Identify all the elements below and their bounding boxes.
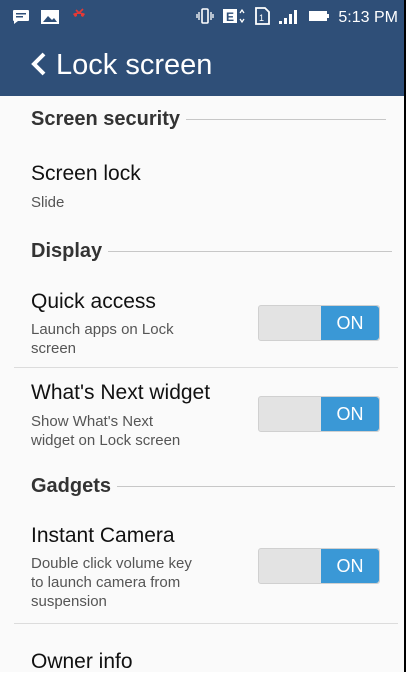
setting-subtitle-line2: widget on Lock screen (31, 432, 181, 449)
vibrate-icon (196, 7, 215, 29)
setting-subtitle-line2: to launch camera from (31, 574, 181, 591)
section-header-screen-security: Screen security (31, 108, 386, 131)
setting-subtitle-line3: suspension (31, 593, 107, 610)
signal-icon (278, 7, 300, 29)
page-title: Lock screen (56, 49, 213, 81)
message-icon (12, 9, 30, 29)
data-e-icon: E (222, 7, 246, 29)
section-header-gadgets: Gadgets (31, 475, 396, 498)
image-icon (40, 9, 60, 29)
section-label: Screen security (31, 108, 180, 130)
svg-text:1: 1 (259, 13, 264, 23)
setting-subtitle: Slide (31, 194, 65, 211)
setting-subtitle-line1: Double click volume key (31, 555, 192, 572)
app-bar: Lock screen (0, 34, 404, 96)
section-header-display: Display (31, 240, 393, 263)
setting-title: Owner info (31, 650, 133, 673)
setting-title: Instant Camera (31, 524, 175, 547)
back-arrow-icon[interactable] (30, 52, 48, 76)
toggle-on-label: ON (321, 549, 379, 583)
status-time: 5:13 PM (338, 9, 398, 26)
toggle-on-label: ON (321, 306, 379, 340)
section-label: Display (31, 240, 103, 262)
sim-icon: 1 (254, 7, 271, 29)
divider (14, 367, 398, 368)
section-label: Gadgets (31, 475, 112, 497)
quick-access-toggle[interactable]: ON (258, 305, 380, 341)
settings-list: Screen security Screen lock Slide Displa… (0, 96, 404, 673)
instant-camera-toggle[interactable]: ON (258, 548, 380, 584)
toggle-on-label: ON (321, 397, 379, 431)
section-rule (108, 251, 393, 252)
missed-call-icon (70, 8, 88, 30)
setting-subtitle-line1: Launch apps on Lock (31, 321, 174, 338)
section-rule (117, 486, 396, 487)
svg-text:E: E (226, 10, 234, 24)
status-left-icons (12, 8, 88, 30)
setting-title: Quick access (31, 290, 156, 313)
setting-subtitle-line2: screen (31, 340, 77, 357)
screen-frame: E 1 5:13 PM Lock screen Screen security … (0, 0, 406, 673)
setting-title: Screen lock (31, 162, 141, 185)
section-rule (185, 119, 386, 120)
divider (14, 623, 398, 624)
setting-title: What's Next widget (31, 381, 211, 404)
status-bar: E 1 5:13 PM (0, 0, 404, 34)
setting-subtitle-line1: Show What's Next (31, 413, 154, 430)
whats-next-toggle[interactable]: ON (258, 396, 380, 432)
battery-icon (308, 7, 330, 29)
status-right-icons: E 1 5:13 PM (196, 7, 398, 29)
